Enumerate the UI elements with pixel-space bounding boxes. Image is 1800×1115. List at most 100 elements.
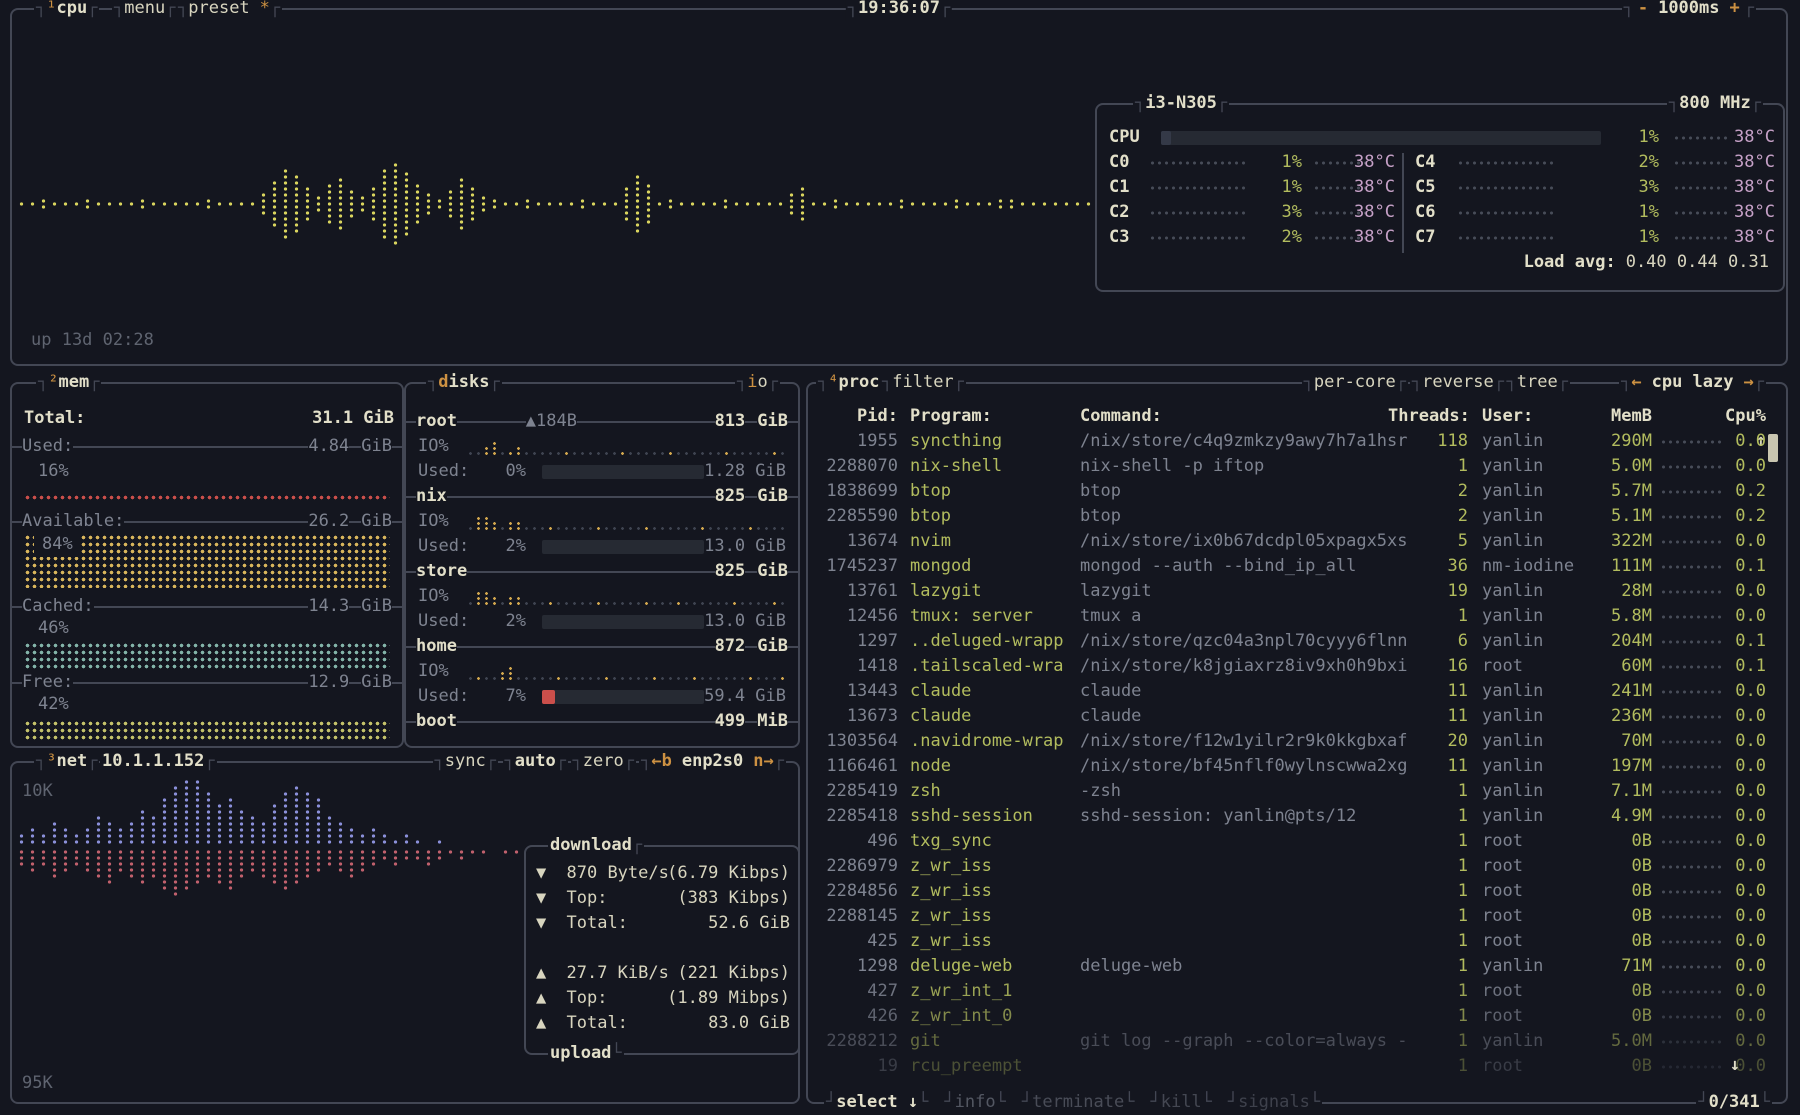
process-row[interactable]: 13673claudeclaude11yanlin236M0.0 [808,704,1786,729]
net-next-interface-button[interactable]: n→ [753,749,773,774]
process-row[interactable]: 2288212gitgit log --graph --color=always… [808,1029,1786,1054]
net-zero-toggle[interactable]: ┐zero┌ [571,749,636,774]
scroll-down-indicator[interactable]: ↓ [1730,1053,1740,1078]
process-row[interactable]: 1418.tailscaled-wra/nix/store/k8jgiaxrz8… [808,654,1786,679]
net-prev-interface-button[interactable]: ←b [651,749,671,774]
process-mem: 5.0M [1572,1029,1652,1054]
process-program: z_wr_iss [910,879,992,904]
process-row[interactable]: 2285418sshd-sessionsshd-session: yanlin@… [808,804,1786,829]
process-pid: 2288212 [814,1029,898,1054]
process-row[interactable]: 496txg_sync1root0B0.0 [808,829,1786,854]
process-row[interactable]: 13674nvim/nix/store/ix0b67dcdpl05xpagx5x… [808,529,1786,554]
rate-decrease-button[interactable]: - [1638,0,1648,21]
sort-prev-button[interactable]: ← [1631,370,1641,395]
process-row[interactable]: 2288070nix-shellnix-shell -p iftop1yanli… [808,454,1786,479]
cpu-frequency: ┐800 MHz┌ [1667,91,1763,116]
process-mem: 71M [1572,954,1652,979]
process-pid: 13673 [814,704,898,729]
core-percent: 3% [1609,175,1659,200]
process-row[interactable]: 19rcu_preempt1root0B0.0 [808,1054,1786,1079]
proc-panel-number: ⁴ [828,370,838,395]
process-program: z_wr_int_1 [910,979,1012,1004]
process-threads: 1 [1388,1054,1468,1079]
refresh-rate-control: ┐ - 1000ms + ┌ [1622,0,1756,21]
process-row[interactable]: 425z_wr_iss1root0B0.0 [808,929,1786,954]
net-sync-toggle[interactable]: ┐sync┌ [433,749,498,774]
disk-used-label: Used: [418,534,469,559]
cpu-model-title: ┐i3-N305┌ [1133,91,1229,116]
process-cpu-graph [1660,789,1722,795]
disk-used-row: Used:0%1.28 GiB [406,459,798,484]
process-cpu-percent: 0.0 [1716,929,1766,954]
disk-used-bar [542,690,704,704]
process-mem: 241M [1572,679,1652,704]
process-cpu-percent: 0.0 [1716,579,1766,604]
process-cpu-graph [1660,514,1722,520]
header-threads[interactable]: Threads: [1388,404,1468,429]
process-row[interactable]: 13761lazygitlazygit19yanlin28M0.0 [808,579,1786,604]
header-program[interactable]: Program: [910,404,992,429]
core-temp: 38°C [1685,175,1775,200]
reverse-toggle[interactable]: ┐reverse┌ [1410,370,1506,395]
rate-increase-button[interactable]: + [1730,0,1740,21]
process-row[interactable]: 1745237mongodmongod --auth --bind_ip_all… [808,554,1786,579]
process-row[interactable]: 1298deluge-webdeluge-web1yanlin71M0.0 [808,954,1786,979]
filter-button[interactable]: ┐filter┌ [880,370,966,395]
process-row[interactable]: 2288145z_wr_iss1root0B0.0 [808,904,1786,929]
process-cpu-percent: 0.0 [1716,954,1766,979]
process-row[interactable]: 427z_wr_int_11root0B0.0 [808,979,1786,1004]
process-row[interactable]: 2284856z_wr_iss1root0B0.0 [808,879,1786,904]
disk-size: 825 [715,484,746,509]
info-button[interactable]: info [955,1090,996,1115]
process-row[interactable]: 426z_wr_int_01root0B0.0 [808,1004,1786,1029]
process-user: yanlin [1482,479,1543,504]
disks-io-mode-button[interactable]: ┐io┌ [735,370,780,395]
signals-button[interactable]: signals [1238,1090,1310,1115]
process-cpu-graph [1660,464,1722,470]
kill-button[interactable]: kill [1161,1090,1202,1115]
net-auto-toggle[interactable]: ┐auto┌ [503,749,568,774]
per-core-toggle[interactable]: ┐per-core┌ [1302,370,1408,395]
process-row[interactable]: 1166461node/nix/store/bf45nflf0wylnscwwa… [808,754,1786,779]
process-pid: 1418 [814,654,898,679]
tree-toggle[interactable]: ┐tree┌ [1505,370,1570,395]
process-row[interactable]: 12456tmux: servertmux a1yanlin5.8M0.0 [808,604,1786,629]
process-row[interactable]: 2285590btopbtop2yanlin5.1M0.2 [808,504,1786,529]
disk-header-nix: nix825GiB [406,484,798,509]
select-button[interactable]: select ↓ [836,1090,918,1115]
header-command[interactable]: Command: [1080,404,1162,429]
core-name: C3 [1109,225,1129,250]
process-threads: 11 [1388,704,1468,729]
process-row[interactable]: 1297..deluged-wrapp/nix/store/qzc04a3npl… [808,629,1786,654]
net-panel-title: ┐³net┌ [34,749,99,774]
process-row[interactable]: 2286979z_wr_iss1root0B0.0 [808,854,1786,879]
header-pid[interactable]: Pid: [814,404,898,429]
process-row[interactable]: 1955syncthing/nix/store/c4q9zmkzy9awy7h7… [808,429,1786,454]
terminate-button[interactable]: terminate [1032,1090,1124,1115]
process-row[interactable]: 1303564.navidrome-wrap/nix/store/f12w1yi… [808,729,1786,754]
preset-button[interactable]: ┐preset*┌ [176,0,282,21]
header-mem[interactable]: MemB [1572,404,1652,429]
process-pid: 2285419 [814,779,898,804]
disk-used-label: Used: [418,609,469,634]
header-user[interactable]: User: [1482,404,1533,429]
process-command: git log --graph --color=always - [1080,1029,1408,1054]
sort-next-button[interactable]: → [1744,370,1754,395]
disk-name: store [416,559,467,584]
process-row[interactable]: 2285419zsh-zsh1yanlin7.1M0.0 [808,779,1786,804]
upload-total-row: ▲ Total: 83.0 GiB [536,1011,790,1036]
process-program: .tailscaled-wra [910,654,1064,679]
process-pid: 19 [814,1054,898,1079]
process-command: /nix/store/bf45nflf0wylnscwwa2xg [1080,754,1408,779]
process-threads: 2 [1388,479,1468,504]
process-row[interactable]: 1838699btopbtop2yanlin5.7M0.2 [808,479,1786,504]
process-program: syncthing [910,429,1002,454]
menu-button[interactable]: ┐menu┌ [112,0,177,21]
disk-used-bar [542,540,704,554]
process-cpu-graph [1660,564,1722,570]
scrollbar-thumb[interactable] [1768,434,1778,462]
disk-size: 813 [715,409,746,434]
process-cpu-graph [1660,1039,1722,1045]
process-row[interactable]: 13443claudeclaude11yanlin241M0.0 [808,679,1786,704]
disk-header-store: store825GiB [406,559,798,584]
